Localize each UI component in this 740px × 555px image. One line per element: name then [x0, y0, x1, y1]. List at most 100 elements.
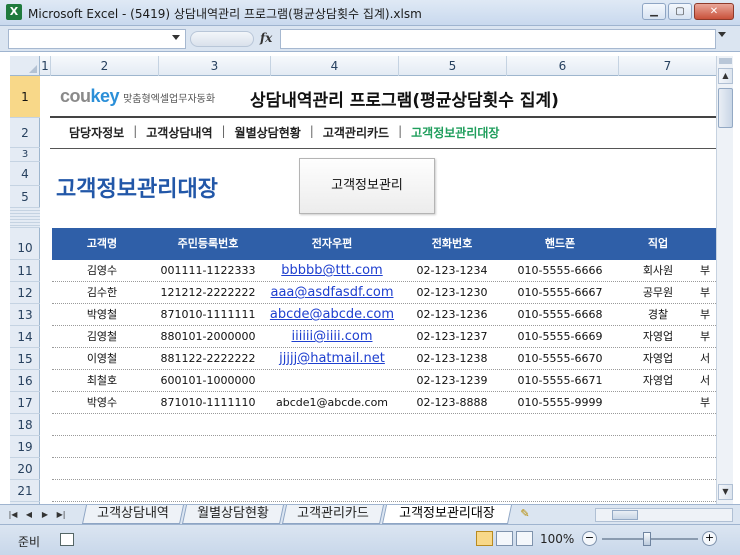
name-box[interactable] — [8, 29, 186, 49]
sheet-tab-consultations[interactable]: 고객상담내역 — [81, 505, 185, 524]
cell-extra: 부 — [700, 396, 711, 409]
table-row[interactable] — [52, 480, 716, 502]
row-header-10[interactable]: 10 — [10, 228, 40, 260]
column-header-1[interactable]: 1 — [40, 56, 51, 76]
sheet-tab-label: 고객정보관리대장 — [399, 506, 495, 521]
nav-customer-consultations[interactable]: 고객상담내역 — [137, 124, 221, 141]
cell-phone: 02-123-8888 — [416, 396, 488, 409]
scroll-up-icon[interactable]: ▲ — [718, 68, 733, 84]
cell-mobile: 010-5555-6666 — [517, 264, 603, 277]
column-header-4[interactable]: 4 — [271, 56, 399, 76]
cell-name: 김영철 — [86, 330, 118, 343]
cell-email[interactable]: bbbbb@ttt.com — [264, 260, 400, 282]
sheet-tab-ledger[interactable]: 고객정보관리대장 — [381, 505, 513, 524]
vertical-scroll-thumb[interactable] — [718, 88, 733, 128]
row-header-17[interactable]: 17 — [10, 392, 40, 414]
corner-triangle-icon — [29, 65, 37, 73]
table-row[interactable]: 김수한 121212-2222222 aaa@asdfasdf.com 02-123-… — [52, 282, 716, 304]
table-row[interactable]: 최철호 600101-1000000 02-123-1239 010-5555-667… — [52, 370, 716, 392]
sheet-tab-card[interactable]: 고객관리카드 — [281, 505, 385, 524]
worksheet-grid[interactable]: coukey 맞춤형엑셀업무자동화 상담내역관리 프로그램(평균상담횟수 집계) … — [40, 76, 716, 504]
cell-mobile: 010-5555-6671 — [517, 374, 603, 387]
column-header-3[interactable]: 3 — [159, 56, 271, 76]
row-header-20[interactable]: 20 — [10, 458, 40, 480]
header-name: 고객명 — [86, 237, 118, 250]
prev-sheet-icon[interactable]: ◀ — [22, 508, 36, 522]
row-header-11[interactable]: 11 — [10, 260, 40, 282]
macro-record-icon[interactable] — [60, 533, 74, 546]
expand-formula-bar-icon[interactable] — [718, 32, 726, 37]
zoom-out-icon[interactable]: − — [582, 531, 597, 546]
table-row[interactable]: 박영철 871010-1111111 abcde@abcde.com 02-123-1… — [52, 304, 716, 326]
column-header-2[interactable]: 2 — [51, 56, 159, 76]
row-header-4[interactable]: 4 — [10, 162, 40, 186]
row-header-1[interactable]: 1 — [10, 76, 40, 118]
formula-pill-handle[interactable] — [190, 31, 254, 47]
row-header-12[interactable]: 12 — [10, 282, 40, 304]
sheet-tab-monthly[interactable]: 월별상담현황 — [181, 505, 285, 524]
cell-email[interactable]: iiiiii@iiii.com — [264, 326, 400, 348]
row-header-18[interactable]: 18 — [10, 414, 40, 436]
minimize-button[interactable]: ▁ — [642, 3, 666, 20]
insert-function-icon[interactable]: fx — [260, 31, 272, 45]
page-layout-view-icon[interactable] — [496, 531, 513, 546]
nav-customer-card[interactable]: 고객관리카드 — [314, 124, 398, 141]
row-header-13[interactable]: 13 — [10, 304, 40, 326]
table-row[interactable] — [52, 414, 716, 436]
row-header-15[interactable]: 15 — [10, 348, 40, 370]
cell-email[interactable]: abcde1@abcde.com — [264, 392, 400, 414]
table-row[interactable]: 김영철 880101-2000000 iiiiii@iiii.com 02-123-1… — [52, 326, 716, 348]
page-break-view-icon[interactable] — [516, 531, 533, 546]
row-header-3[interactable]: 3 — [10, 148, 40, 162]
zoom-in-icon[interactable]: + — [702, 531, 717, 546]
cell-email[interactable]: aaa@asdfasdf.com — [264, 282, 400, 304]
row-header-21[interactable]: 21 — [10, 480, 40, 502]
excel-app-icon[interactable]: X — [6, 4, 22, 20]
cell-extra: 부 — [700, 330, 711, 343]
split-handle[interactable] — [719, 58, 732, 64]
cell-extra: 부 — [700, 264, 711, 277]
horizontal-scroll-thumb[interactable] — [612, 510, 638, 520]
column-header-bar: 1 2 3 4 5 6 7 — [10, 56, 716, 76]
first-sheet-icon[interactable]: |◀ — [6, 508, 20, 522]
column-header-5[interactable]: 5 — [399, 56, 507, 76]
nav-monthly-status[interactable]: 월별상담현황 — [226, 124, 310, 141]
zoom-slider-thumb[interactable] — [643, 532, 651, 546]
row-header-14[interactable]: 14 — [10, 326, 40, 348]
vertical-scrollbar[interactable]: ▲ ▼ — [716, 56, 733, 504]
column-header-6[interactable]: 6 — [507, 56, 619, 76]
horizontal-scrollbar[interactable] — [595, 508, 733, 522]
maximize-button[interactable]: ▢ — [668, 3, 692, 20]
row-header-2[interactable]: 2 — [10, 118, 40, 148]
cell-email[interactable] — [264, 370, 400, 392]
next-sheet-icon[interactable]: ▶ — [38, 508, 52, 522]
view-buttons — [476, 531, 533, 546]
close-button[interactable]: ✕ — [694, 3, 734, 20]
scroll-down-icon[interactable]: ▼ — [718, 484, 733, 500]
table-row[interactable]: 이영철 881122-2222222 jjjjj@hatmail.net 02-123… — [52, 348, 716, 370]
row-header-16[interactable]: 16 — [10, 370, 40, 392]
customer-manage-button[interactable]: 고객정보관리 — [299, 158, 435, 214]
row-header-5[interactable]: 5 — [10, 186, 40, 208]
column-header-7[interactable]: 7 — [619, 56, 716, 76]
last-sheet-icon[interactable]: ▶| — [54, 508, 68, 522]
header-mobile: 핸드폰 — [544, 237, 576, 250]
table-row[interactable]: 김영수 001111-1122333 bbbbb@ttt.com 02-123-123… — [52, 260, 716, 282]
section-title: 고객정보관리대장 — [56, 177, 218, 202]
normal-view-icon[interactable] — [476, 531, 493, 546]
cell-email[interactable]: jjjjj@hatmail.net — [264, 348, 400, 370]
formula-tools: fx — [190, 29, 280, 49]
table-header-row: 고객명 주민등록번호 전자우편 전화번호 핸드폰 직업 — [52, 228, 716, 260]
select-all-corner[interactable] — [10, 56, 40, 76]
zoom-level[interactable]: 100% — [540, 532, 574, 546]
insert-sheet-icon[interactable]: ✎ — [514, 507, 536, 522]
nav-customer-ledger[interactable]: 고객정보관리대장 — [402, 124, 508, 141]
name-box-dropdown-icon[interactable] — [172, 35, 180, 40]
row-header-19[interactable]: 19 — [10, 436, 40, 458]
formula-input[interactable] — [280, 29, 716, 49]
table-row[interactable]: 박영수 871010-1111110 abcde1@abcde.com 02-123-… — [52, 392, 716, 414]
table-row[interactable] — [52, 436, 716, 458]
table-row[interactable] — [52, 458, 716, 480]
nav-manager-info[interactable]: 담당자정보 — [60, 124, 133, 141]
cell-email[interactable]: abcde@abcde.com — [264, 304, 400, 326]
